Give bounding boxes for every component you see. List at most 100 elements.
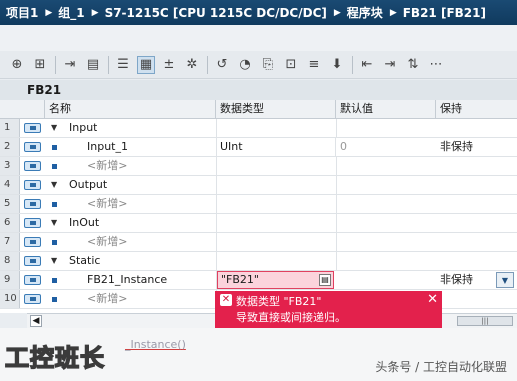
interface-icon <box>24 180 41 190</box>
retain-dropdown-button[interactable]: ▼ <box>496 272 514 288</box>
name-cell-border <box>45 176 217 194</box>
sort-icon[interactable]: ⇅ <box>404 56 422 74</box>
name-cell-border <box>45 138 217 156</box>
table-row[interactable]: 4 ▼ Output <box>0 176 517 195</box>
type-cell[interactable] <box>216 176 337 194</box>
error-tooltip: ✕ 数据类型 "FB21" 导致直接或间接递归。 ✕ <box>215 291 442 328</box>
toolbar-divider <box>352 55 353 74</box>
table-row[interactable]: 7 <新增> <box>0 233 517 252</box>
type-cell[interactable] <box>216 157 337 175</box>
row-number: 4 <box>0 176 20 194</box>
name-cell-border <box>45 214 217 232</box>
default-value-cell[interactable]: 0 <box>340 138 347 156</box>
error-message-line2: 导致直接或间接递归。 <box>236 311 346 324</box>
table-row[interactable]: 6 ▼ InOut <box>0 214 517 233</box>
table-header: 名称 数据类型 默认值 保持 <box>0 100 517 119</box>
error-icon: ✕ <box>220 294 232 306</box>
retain-cell[interactable]: 非保持 <box>440 271 473 289</box>
download-icon[interactable]: ⬇ <box>328 56 346 74</box>
load-values-icon[interactable]: ≡ <box>305 56 323 74</box>
table-row[interactable]: 2 Input_1 UInt 0 非保持 <box>0 138 517 157</box>
database-icon[interactable]: ▤ <box>84 56 102 74</box>
data-type-cell[interactable]: UInt <box>216 138 336 156</box>
table-row[interactable]: 1 ▼ Input <box>0 119 517 138</box>
copy-values-icon[interactable]: ⎘ <box>259 56 277 74</box>
name-cell-border <box>45 271 217 289</box>
scroll-left-icon[interactable]: ◀ <box>30 315 42 327</box>
table-row[interactable]: 5 <新增> <box>0 195 517 214</box>
reset-icon[interactable]: ↺ <box>213 56 231 74</box>
column-header-default-value[interactable]: 默认值 <box>336 100 436 118</box>
indent-right-icon[interactable]: ⇥ <box>381 56 399 74</box>
interface-icon <box>24 237 41 247</box>
close-icon[interactable]: ✕ <box>427 292 438 307</box>
type-cell[interactable] <box>216 233 337 251</box>
type-cell[interactable] <box>216 195 337 213</box>
type-cell[interactable] <box>216 214 337 232</box>
list-view-icon[interactable]: ☰ <box>114 56 132 74</box>
snapshot-icon[interactable]: ✲ <box>183 56 201 74</box>
breadcrumb-separator-icon: ▶ <box>389 7 397 18</box>
table-row[interactable]: 3 <新增> <box>0 157 517 176</box>
name-cell-border <box>45 290 217 308</box>
row-number: 6 <box>0 214 20 232</box>
breadcrumb-item-group[interactable]: 组_1 <box>58 4 84 21</box>
column-header-data-type[interactable]: 数据类型 <box>216 100 336 118</box>
breadcrumb: 项目1 ▶ 组_1 ▶ S7-1215C [CPU 1215C DC/DC/DC… <box>0 0 517 25</box>
breadcrumb-item-fb21[interactable]: FB21 [FB21] <box>403 6 486 20</box>
header-spacer <box>0 100 45 118</box>
column-header-retain[interactable]: 保持 <box>436 100 517 118</box>
block-title: FB21 <box>0 80 517 100</box>
add-row-icon[interactable]: ⊞ <box>31 56 49 74</box>
interface-icon <box>24 199 41 209</box>
row-number: 2 <box>0 138 20 156</box>
export-icon[interactable]: ⇥ <box>61 56 79 74</box>
interface-icon <box>24 275 41 285</box>
toolbar-divider <box>55 55 56 74</box>
name-cell-border <box>45 252 217 270</box>
breadcrumb-item-project[interactable]: 项目1 <box>6 4 38 21</box>
type-cell[interactable] <box>216 119 337 137</box>
row-number: 10 <box>0 290 20 308</box>
row-number: 3 <box>0 157 20 175</box>
source-credit: 头条号 / 工控自动化联盟 <box>375 360 507 374</box>
breadcrumb-item-cpu[interactable]: S7-1215C [CPU 1215C DC/DC/DC] <box>105 6 327 20</box>
row-number: 7 <box>0 233 20 251</box>
breadcrumb-separator-icon: ▶ <box>91 7 99 18</box>
editor-header-area <box>0 25 517 52</box>
monitor-icon[interactable]: ◔ <box>236 56 254 74</box>
apply-values-icon[interactable]: ⊡ <box>282 56 300 74</box>
scrollbar-thumb[interactable]: ||| <box>457 316 513 326</box>
data-type-input-error[interactable]: "FB21" ▤ <box>217 271 334 289</box>
error-message-line1: 数据类型 "FB21" <box>236 295 322 308</box>
toolbar-divider <box>207 55 208 74</box>
indent-left-icon[interactable]: ⇤ <box>358 56 376 74</box>
breadcrumb-separator-icon: ▶ <box>333 7 341 18</box>
code-area: _Instance() 工控班长 头条号 / 工控自动化联盟 <box>0 328 517 381</box>
toolbar: ⊕ ⊞ ⇥ ▤ ☰ ▦ ± ✲ ↺ ◔ ⎘ ⊡ ≡ ⬇ ⇤ ⇥ ⇅ ⋯ <box>0 51 517 79</box>
breadcrumb-separator-icon: ▶ <box>45 7 53 18</box>
column-header-name[interactable]: 名称 <box>45 100 216 118</box>
row-number: 1 <box>0 119 20 137</box>
breadcrumb-item-program-blocks[interactable]: 程序块 <box>347 4 383 21</box>
toolbar-divider <box>108 55 109 74</box>
interface-icon <box>24 218 41 228</box>
name-cell-border <box>45 195 217 213</box>
row-number: 5 <box>0 195 20 213</box>
row-number: 9 <box>0 271 20 289</box>
interface-icon <box>24 256 41 266</box>
table-row[interactable]: 9 FB21_Instance "FB21" ▤ 非保持 ▼ <box>0 271 517 290</box>
retain-cell[interactable]: 非保持 <box>440 138 473 156</box>
watermark-logo: 工控班长 <box>4 343 105 373</box>
name-cell-border <box>45 233 217 251</box>
load-start-icon[interactable]: ± <box>160 56 178 74</box>
table-row[interactable]: 8 ▼ Static <box>0 252 517 271</box>
insert-row-icon[interactable]: ⊕ <box>8 56 26 74</box>
type-cell[interactable] <box>216 252 337 270</box>
interface-icon <box>24 123 41 133</box>
more-icon[interactable]: ⋯ <box>427 56 445 74</box>
block-view-icon[interactable]: ▦ <box>137 55 155 74</box>
interface-icon <box>24 294 41 304</box>
type-browse-icon[interactable]: ▤ <box>319 274 331 286</box>
name-cell-border <box>45 157 217 175</box>
